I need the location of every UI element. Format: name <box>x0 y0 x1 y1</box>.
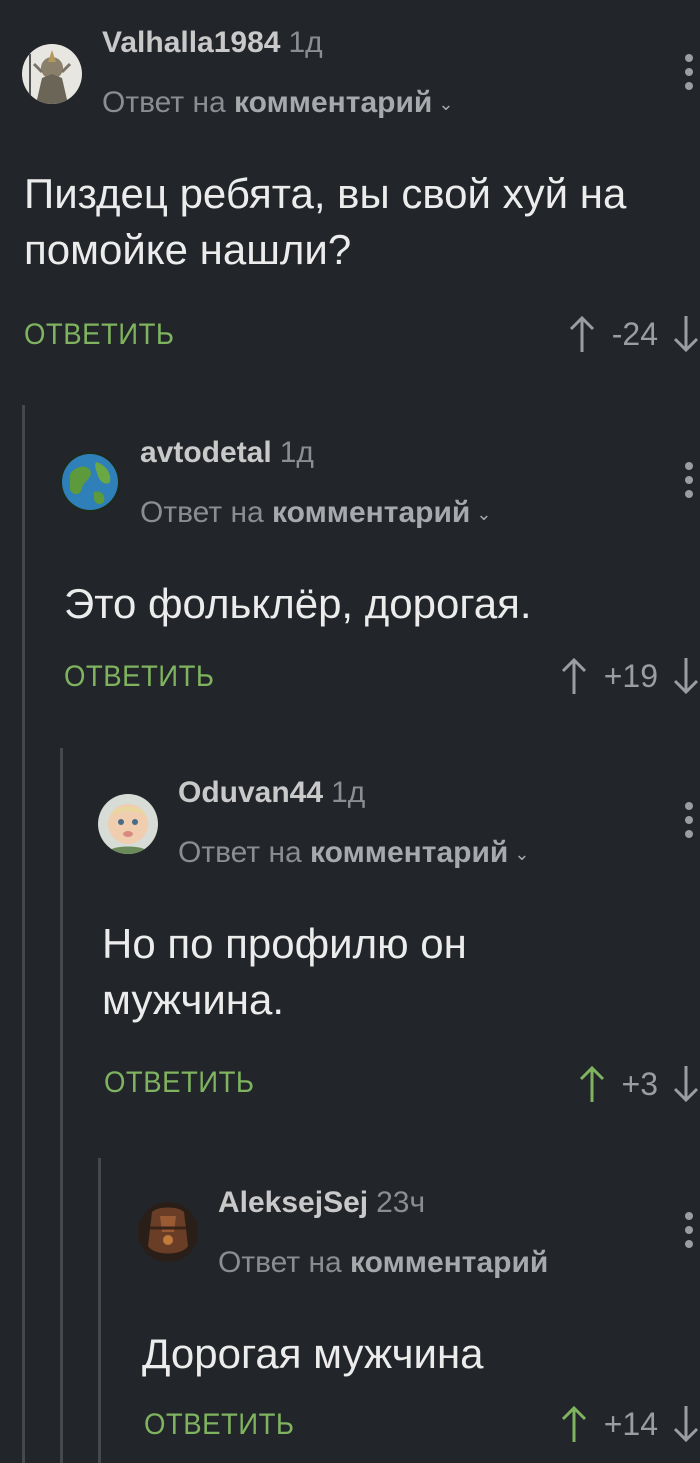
user-avatar[interactable] <box>60 452 120 512</box>
reply-to-link[interactable]: Ответ на комментарий ⌄ <box>140 496 491 530</box>
comment-time: 1д <box>279 436 314 469</box>
arrow-up-icon[interactable] <box>560 656 588 696</box>
arrow-down-icon[interactable] <box>672 656 700 696</box>
vote-score: +14 <box>603 1405 658 1442</box>
reply-to-target[interactable]: комментарий <box>272 496 470 529</box>
thread-line-level-3 <box>98 1158 101 1463</box>
username-text[interactable]: avtodetal <box>140 436 272 469</box>
vote-score: +19 <box>603 657 658 694</box>
vote-controls: -24 <box>568 314 700 354</box>
reply-to-target[interactable]: комментарий <box>234 86 432 119</box>
kebab-menu-icon[interactable] <box>684 800 694 840</box>
reply-to-prefix: Ответ на <box>218 1246 342 1279</box>
reply-button[interactable]: ОТВЕТИТЬ <box>144 1408 295 1442</box>
reply-to-link[interactable]: Ответ на комментарий <box>218 1246 548 1280</box>
comment-text: Пиздец ребята, вы свой хуй на помойке на… <box>24 170 627 273</box>
reply-to-target[interactable]: комментарий <box>310 836 508 869</box>
vote-score: +3 <box>621 1065 658 1102</box>
reply-to-link[interactable]: Ответ на комментарий ⌄ <box>102 86 453 120</box>
kebab-menu-icon[interactable] <box>684 1210 694 1250</box>
vote-controls: +3 <box>578 1064 700 1104</box>
reply-to-target[interactable]: комментарий <box>350 1246 548 1279</box>
comment-author[interactable]: AleksejSej 23ч <box>218 1186 425 1220</box>
arrow-up-icon[interactable] <box>578 1064 606 1104</box>
comment-time: 1д <box>331 776 366 809</box>
comment-time: 1д <box>288 26 323 59</box>
comment-author[interactable]: Valhalla1984 1д <box>102 26 323 60</box>
username-text[interactable]: AleksejSej <box>218 1186 368 1219</box>
baby-avatar-icon <box>98 794 158 854</box>
thread-line-level-2 <box>60 748 63 1463</box>
kebab-menu-icon[interactable] <box>684 460 694 500</box>
arrow-down-icon[interactable] <box>672 1404 700 1444</box>
globe-avatar-icon <box>60 452 120 512</box>
reply-to-prefix: Ответ на <box>140 496 264 529</box>
reply-button[interactable]: ОТВЕТИТЬ <box>24 318 175 352</box>
thread-line-level-1 <box>22 405 25 1463</box>
armor-avatar-icon <box>138 1202 198 1262</box>
user-avatar[interactable] <box>138 1202 198 1262</box>
vote-controls: +19 <box>560 656 700 696</box>
arrow-up-icon[interactable] <box>568 314 596 354</box>
vote-score: -24 <box>611 315 658 352</box>
arrow-down-icon[interactable] <box>672 314 700 354</box>
comment-time: 23ч <box>376 1186 426 1219</box>
vote-controls: +14 <box>560 1404 700 1444</box>
knight-avatar-icon <box>22 44 82 104</box>
reply-to-prefix: Ответ на <box>178 836 302 869</box>
chevron-down-icon[interactable]: ⌄ <box>438 94 453 115</box>
chevron-down-icon[interactable]: ⌄ <box>476 504 491 525</box>
kebab-menu-icon[interactable] <box>684 52 694 92</box>
comment-text: Но по профилю он мужчина. <box>102 920 467 1023</box>
reply-to-link[interactable]: Ответ на комментарий ⌄ <box>178 836 529 870</box>
arrow-down-icon[interactable] <box>672 1064 700 1104</box>
comment-author[interactable]: Oduvan44 1д <box>178 776 365 810</box>
reply-button[interactable]: ОТВЕТИТЬ <box>64 660 215 694</box>
user-avatar[interactable] <box>22 44 82 104</box>
comment-text: Это фольклёр, дорогая. <box>64 580 532 627</box>
username-text[interactable]: Valhalla1984 <box>102 26 280 59</box>
user-avatar[interactable] <box>98 794 158 854</box>
arrow-up-icon[interactable] <box>560 1404 588 1444</box>
reply-to-prefix: Ответ на <box>102 86 226 119</box>
chevron-down-icon[interactable]: ⌄ <box>514 844 529 865</box>
comment-author[interactable]: avtodetal 1д <box>140 436 314 470</box>
comment-text: Дорогая мужчина <box>142 1330 484 1377</box>
username-text[interactable]: Oduvan44 <box>178 776 323 809</box>
reply-button[interactable]: ОТВЕТИТЬ <box>104 1066 255 1100</box>
